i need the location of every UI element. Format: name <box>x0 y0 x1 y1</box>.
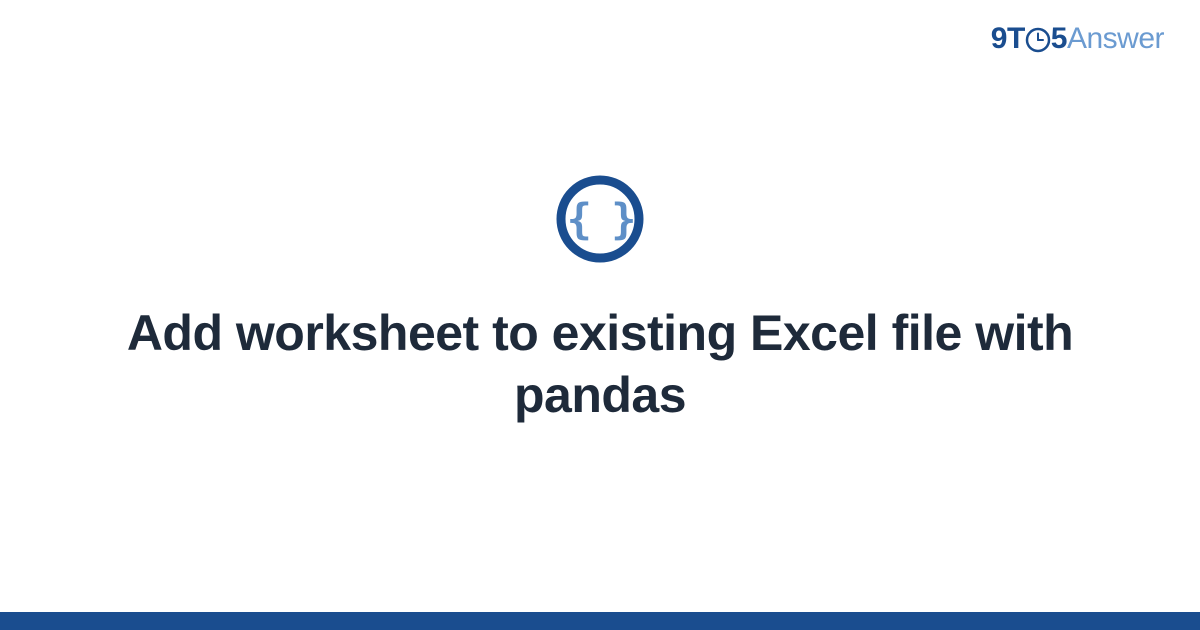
brand-answer: Answer <box>1067 22 1164 56</box>
brand-logo: 9 T 5 Answer <box>991 22 1164 56</box>
code-braces-icon: { } <box>555 174 645 264</box>
svg-text:{ }: { } <box>567 194 634 243</box>
brand-nine: 9 <box>991 22 1007 56</box>
bottom-bar <box>0 612 1200 630</box>
page-title: Add worksheet to existing Excel file wit… <box>100 302 1100 427</box>
brand-t: T <box>1007 22 1025 56</box>
clock-icon <box>1025 27 1051 53</box>
main-content: { } Add worksheet to existing Excel file… <box>0 0 1200 630</box>
brand-five: 5 <box>1051 22 1067 56</box>
